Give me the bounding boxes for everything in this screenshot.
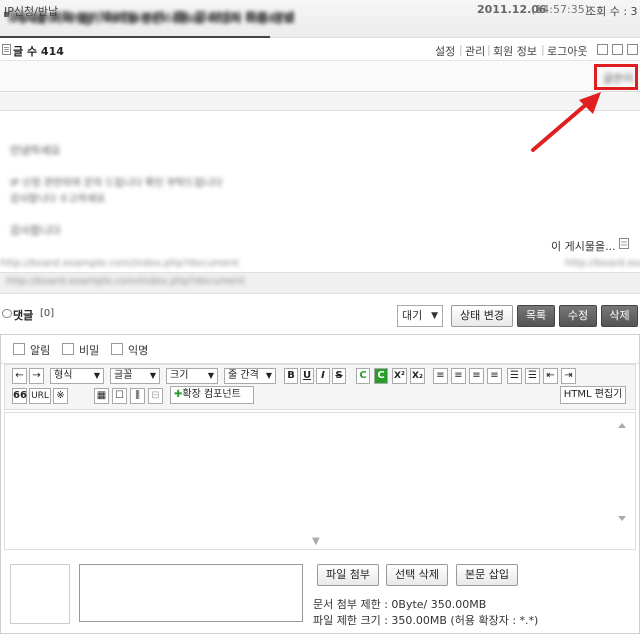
outdent-icon[interactable]: ⇤ — [543, 368, 558, 384]
merge-icon[interactable]: ⊟ — [148, 388, 163, 404]
comment-icon — [2, 309, 12, 318]
status-select[interactable]: 대기 ▼ — [397, 305, 443, 327]
admin-link[interactable]: 관리 — [465, 43, 485, 59]
post-category[interactable]: IP신청/반납 — [4, 3, 58, 19]
superscript-button[interactable]: X² — [392, 368, 407, 384]
align-justify-icon[interactable]: ≡ — [487, 368, 502, 384]
align-left-icon[interactable]: ≡ — [433, 368, 448, 384]
notify-label: 알림 — [30, 344, 51, 357]
separator: | — [541, 43, 545, 56]
anonymous-checkbox[interactable] — [111, 343, 123, 355]
view-count: 조회 수 : 3 — [586, 5, 638, 18]
editor-textarea[interactable] — [4, 412, 636, 550]
scrollbar[interactable] — [616, 422, 628, 522]
list-button[interactable]: 목록 — [517, 305, 555, 327]
post-body-line: 감사합니다 수고하세요 — [10, 194, 106, 205]
trackback-url-right: http://board.example — [565, 258, 640, 269]
file-limit-text: 파일 제한 크기 : 350.00MB (허용 확장자 : *.*) — [313, 614, 539, 627]
align-right-icon[interactable]: ≡ — [469, 368, 484, 384]
anonymous-label: 익명 — [128, 344, 149, 357]
format-select[interactable]: 형식 ▼ — [50, 368, 104, 384]
bg-color-button[interactable]: C — [374, 368, 388, 384]
ordered-list-icon[interactable]: ☰ — [507, 368, 522, 384]
html-editor-button[interactable]: HTML 편집기 — [560, 386, 626, 404]
insert-body-button[interactable]: 본문 삽입 — [456, 564, 518, 586]
symbol-button[interactable]: ※ — [53, 388, 68, 404]
strike-button[interactable]: S — [332, 368, 346, 384]
separator: | — [459, 43, 463, 56]
post-body-line: 감사합니다 — [10, 224, 61, 237]
redo-button[interactable]: → — [29, 368, 44, 384]
font-select[interactable]: 글꼴 ▼ — [110, 368, 160, 384]
post-address: http://board.example.com/index.php?docum… — [6, 276, 245, 287]
post-actions-link[interactable]: 이 게시물을... — [551, 238, 616, 254]
page-icon — [619, 238, 629, 249]
box-icon[interactable]: ☐ — [112, 388, 127, 404]
post-body-line: IP 신청 관련하여 문의 드립니다 확인 부탁드립니다 — [10, 178, 223, 189]
url-button[interactable]: URL — [29, 388, 51, 404]
undo-button[interactable]: ← — [12, 368, 27, 384]
split-icon[interactable]: ⫼ — [130, 388, 145, 404]
secret-checkbox[interactable] — [62, 343, 74, 355]
line-height-select[interactable]: 줄 간격 ▼ — [224, 368, 276, 384]
annotation-arrow-icon — [531, 92, 601, 152]
notify-checkbox[interactable] — [13, 343, 25, 355]
secret-label: 비밀 — [79, 344, 100, 357]
bold-button[interactable]: B — [284, 368, 298, 384]
size-select[interactable]: 크기 ▼ — [166, 368, 218, 384]
delete-selected-button[interactable]: 선택 삭제 — [386, 564, 448, 586]
document-icon — [2, 44, 11, 55]
webzine-view-icon[interactable] — [612, 44, 623, 55]
comment-label: 댓글 — [13, 309, 34, 322]
italic-button[interactable]: I — [316, 368, 330, 384]
settings-link[interactable]: 설정 — [435, 43, 455, 59]
underline-button[interactable]: U — [300, 368, 314, 384]
post-count-label: 글 수 414 — [13, 45, 64, 58]
attachment-limit-text: 문서 첨부 제한 : 0Byte/ 350.00MB — [313, 598, 487, 611]
resize-handle-icon[interactable]: ▼ — [312, 536, 320, 547]
unordered-list-icon[interactable]: ☰ — [525, 368, 540, 384]
post-time: (14:57:35) — [531, 3, 589, 16]
title-underline — [0, 36, 270, 38]
trackback-url: http://board.example.com/index.php?docum… — [0, 258, 239, 269]
table-icon[interactable]: ▦ — [94, 388, 109, 404]
attach-file-button[interactable]: 파일 첨부 — [317, 564, 379, 586]
indent-icon[interactable]: ⇥ — [561, 368, 576, 384]
align-center-icon[interactable]: ≡ — [451, 368, 466, 384]
attachment-list[interactable] — [79, 564, 303, 622]
list-view-icon[interactable] — [597, 44, 608, 55]
delete-button[interactable]: 삭제 — [601, 305, 638, 327]
separator: | — [487, 43, 491, 56]
comment-count: [0] — [40, 308, 55, 319]
gallery-view-icon[interactable] — [627, 44, 638, 55]
change-status-button[interactable]: 상태 변경 — [451, 305, 513, 327]
post-body-line: 안녕하세요 — [10, 144, 61, 157]
attachment-preview — [10, 564, 70, 624]
author-highlight-box — [594, 64, 638, 90]
post-count-row: 글 수 414 설정 | 관리 | 회원 정보 | 로그아웃 — [0, 40, 640, 60]
quote-button[interactable]: 66 — [12, 388, 27, 404]
logout-link[interactable]: 로그아웃 — [547, 43, 587, 59]
edit-button[interactable]: 수정 — [559, 305, 597, 327]
member-info-link[interactable]: 회원 정보 — [493, 43, 537, 59]
font-color-button[interactable]: C — [356, 368, 370, 384]
subscript-button[interactable]: X₂ — [410, 368, 425, 384]
extension-component-button[interactable]: ✚확장 컴포넌트 — [170, 386, 254, 404]
